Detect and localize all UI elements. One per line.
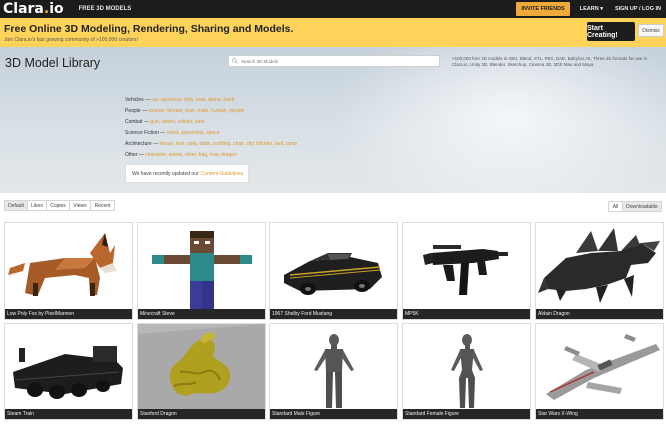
promo-banner: Free Online 3D Modeling, Rendering, Shar…	[0, 18, 666, 47]
male-figure-thumbnail	[314, 334, 354, 408]
start-creating-button[interactable]: Start Creating!	[587, 22, 635, 41]
model-card-mp5k[interactable]: MP5K	[402, 222, 531, 320]
model-card-steam-train[interactable]: Steam Train	[4, 323, 133, 420]
category-name: Architecture	[125, 141, 152, 147]
logo-suffix: io	[49, 1, 64, 17]
clara-logo[interactable]: Clara.io	[3, 0, 64, 18]
logo-text: Clara	[3, 1, 44, 17]
search-input[interactable]	[241, 58, 431, 64]
search-icon	[232, 58, 238, 64]
model-title: Standard Male Figure	[270, 409, 397, 419]
model-card-aldain-dragon[interactable]: Aldain Dragon	[535, 222, 664, 320]
filter-tabs: All Downloadable	[608, 201, 662, 212]
category-links[interactable]: robot, spaceship, space	[167, 130, 220, 136]
filter-tab-all[interactable]: All	[608, 201, 623, 212]
signup-login-link[interactable]: SIGN UP / LOG IN	[615, 6, 661, 12]
banner-title: Free Online 3D Modeling, Rendering, Shar…	[4, 23, 294, 35]
category-name: Vehicles	[125, 97, 144, 103]
category-name: People	[125, 108, 141, 114]
category-links[interactable]: character, anime, shoe, bag, cow, dragon	[145, 152, 236, 158]
invite-friends-button[interactable]: INVITE FRIENDS	[516, 2, 570, 16]
sort-tab-likes[interactable]: Likes	[27, 200, 47, 211]
top-navbar: Clara.io FREE 3D MODELS INVITE FRIENDS L…	[0, 0, 666, 18]
category-separator: —	[158, 130, 167, 136]
model-title: Star Wars X-Wing	[536, 409, 663, 419]
model-title: Aldain Dragon	[536, 309, 663, 319]
category-row-architecture: Architecture — house, tree, sofa, table,…	[125, 139, 325, 150]
category-links[interactable]: gun, sword, soldier, tank	[150, 119, 204, 125]
category-links[interactable]: woman, female, man, male, human, people	[148, 108, 244, 114]
mp5k-thumbnail	[423, 245, 508, 295]
female-figure-thumbnail	[451, 334, 483, 408]
category-row-vehicles: Vehicles — car, sportscar, ship, boat, p…	[125, 95, 325, 106]
learn-menu[interactable]: LEARN ▾	[580, 6, 603, 12]
category-row-other: Other — character, anime, shoe, bag, cow…	[125, 150, 325, 161]
steve-thumbnail	[152, 231, 252, 309]
sort-tab-views[interactable]: Views	[69, 200, 91, 211]
category-row-science-fiction: Science Fiction — robot, spaceship, spac…	[125, 128, 325, 139]
category-row-combat: Combat — gun, sword, soldier, tank	[125, 117, 325, 128]
banner-subtitle: Join Clara.io's fast growing community o…	[4, 37, 138, 43]
page-bottom	[0, 421, 666, 426]
hero-background-glow	[330, 47, 666, 193]
model-title: Stanford Dragon	[138, 409, 265, 419]
mustang-thumbnail	[284, 253, 382, 295]
model-card-male-figure[interactable]: Standard Male Figure	[269, 323, 398, 420]
guidelines-notice: We have recently updated our Content Gui…	[125, 164, 249, 183]
sort-tab-recent[interactable]: Recent	[90, 200, 115, 211]
model-title: 1967 Shelby Ford Mustang	[270, 309, 397, 319]
search-box[interactable]	[228, 55, 440, 67]
dismiss-button[interactable]: Dismiss	[638, 24, 664, 37]
library-description: >100,000 free 3D models in OBJ, Blend, S…	[452, 56, 648, 67]
category-list: Vehicles — car, sportscar, ship, boat, p…	[125, 95, 325, 161]
library-hero: 3D Model Library >100,000 free 3D models…	[0, 47, 666, 193]
sort-tabs: Default Likes Copies Views Recent	[4, 200, 115, 211]
model-card-female-figure[interactable]: Standard Female Figure	[402, 323, 531, 420]
model-title: Steam Train	[5, 409, 132, 419]
model-title: MP5K	[403, 309, 530, 319]
model-title: Minecraft Steve	[138, 309, 265, 319]
category-name: Science Fiction	[125, 130, 159, 136]
nav-right-group: INVITE FRIENDS LEARN ▾ SIGN UP / LOG IN	[516, 0, 666, 18]
sort-tab-copies[interactable]: Copies	[46, 200, 70, 211]
notice-text: We have recently updated our	[132, 170, 199, 177]
page-title: 3D Model Library	[5, 56, 101, 70]
model-title: Low Poly Fox by PixelMannen	[5, 309, 132, 319]
model-card-x-wing[interactable]: Star Wars X-Wing	[535, 323, 664, 420]
filter-tab-downloadable[interactable]: Downloadable	[622, 201, 662, 212]
category-row-people: People — woman, female, man, male, human…	[125, 106, 325, 117]
category-links[interactable]: house, tree, sofa, table, building, chai…	[159, 141, 297, 147]
fox-thumbnail	[8, 233, 117, 296]
category-name: Other	[125, 152, 138, 158]
model-card-stanford-dragon[interactable]: Stanford Dragon	[137, 323, 266, 420]
model-card-fox[interactable]: Low Poly Fox by PixelMannen	[4, 222, 133, 320]
model-card-mustang[interactable]: 1967 Shelby Ford Mustang	[269, 222, 398, 320]
category-links[interactable]: car, sportscar, ship, boat, plane, truck	[151, 97, 234, 103]
model-title: Standard Female Figure	[403, 409, 530, 419]
category-name: Combat	[125, 119, 143, 125]
free-models-link[interactable]: FREE 3D MODELS	[79, 6, 132, 12]
stanford-dragon-thumbnail	[138, 324, 265, 409]
train-thumbnail	[13, 346, 123, 399]
model-card-steve[interactable]: Minecraft Steve	[137, 222, 266, 320]
dragon-thumbnail	[538, 228, 660, 303]
content-guidelines-link[interactable]: Content Guidelines.	[201, 171, 245, 177]
sort-tab-default[interactable]: Default	[4, 200, 28, 211]
x-wing-thumbnail	[546, 334, 660, 400]
